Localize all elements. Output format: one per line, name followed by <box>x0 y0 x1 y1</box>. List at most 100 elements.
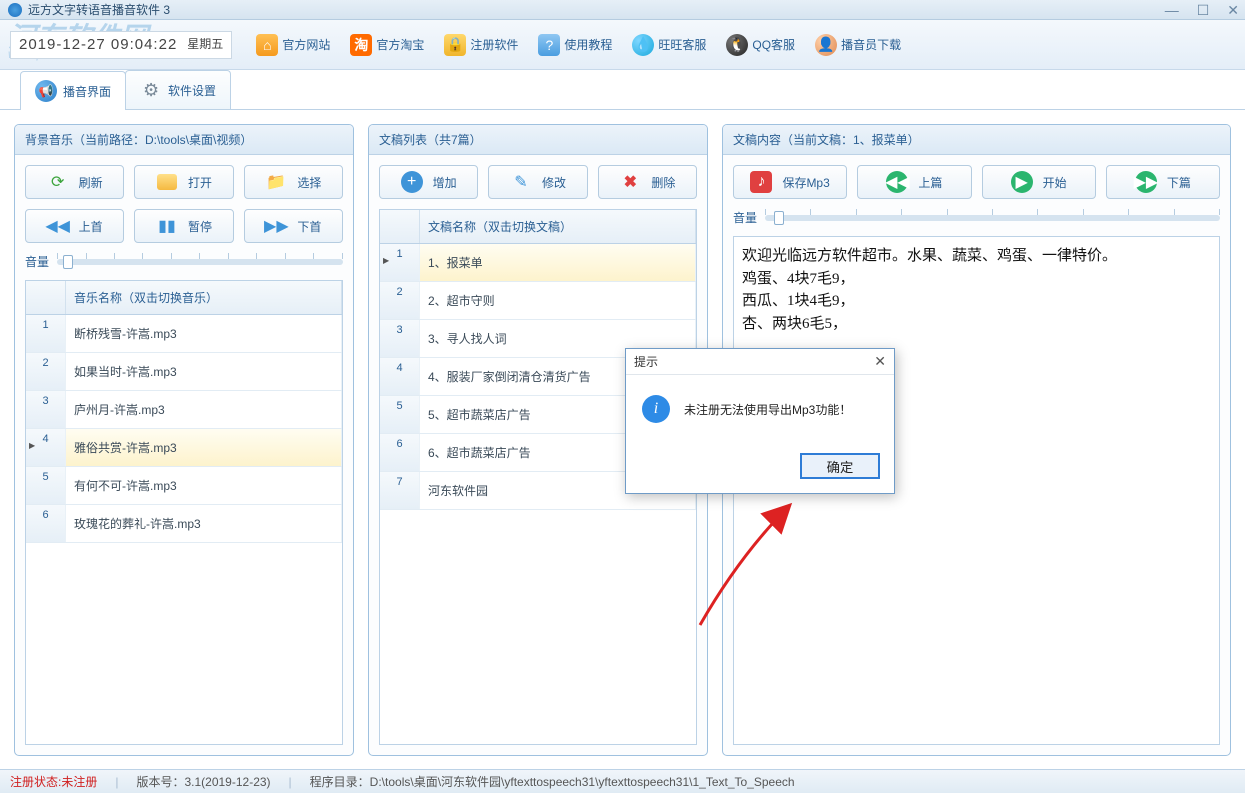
qq-button[interactable]: 🐧QQ客服 <box>718 30 803 60</box>
main-tabs: 📢 播音界面 ⚙ 软件设置 <box>0 70 1245 110</box>
pause-button[interactable]: ▮▮暂停 <box>134 209 233 243</box>
close-button[interactable]: ✕ <box>1227 2 1239 19</box>
register-button[interactable]: 🔒注册软件 <box>436 30 526 60</box>
delete-script-button[interactable]: ✖删除 <box>598 165 697 199</box>
music-note-icon: ♪ <box>750 171 772 193</box>
music-row[interactable]: 2如果当时-许嵩.mp3 <box>26 353 342 391</box>
music-name: 雅俗共赏-许嵩.mp3 <box>66 429 342 466</box>
music-grid: 音乐名称（双击切换音乐） 1断桥残雪-许嵩.mp32如果当时-许嵩.mp33庐州… <box>25 280 343 745</box>
row-number: 2 <box>380 282 420 319</box>
tab-broadcast[interactable]: 📢 播音界面 <box>20 71 126 110</box>
pencil-icon: ✎ <box>510 171 532 193</box>
tutorial-button[interactable]: ?使用教程 <box>530 30 620 60</box>
delete-icon: ✖ <box>619 171 641 193</box>
row-number: 3 <box>380 320 420 357</box>
music-volume-row: 音量 <box>25 253 343 270</box>
open-button[interactable]: 打开 <box>134 165 233 199</box>
music-col-num <box>26 281 66 314</box>
script-row[interactable]: 22、超市守则 <box>380 282 696 320</box>
work-area: 背景音乐（当前路径：D:\tools\桌面\视频） ⟳刷新 打开 📁选择 ◀◀上… <box>0 110 1245 770</box>
plus-icon: + <box>401 171 423 193</box>
music-row[interactable]: 5有何不可-许嵩.mp3 <box>26 467 342 505</box>
row-number: 1 <box>380 244 420 281</box>
version-label: 版本号：3.1(2019-12-23) <box>136 773 270 790</box>
alert-dialog: 提示 ✕ i 未注册无法使用导出Mp3功能！ 确定 <box>625 348 895 494</box>
add-script-button[interactable]: +增加 <box>379 165 478 199</box>
titlebar: 远方文字转语音播音软件 3 — ☐ ✕ <box>0 0 1245 20</box>
taobao-button[interactable]: 淘官方淘宝 <box>342 30 432 60</box>
next-track-button[interactable]: ▶▶下首 <box>244 209 343 243</box>
script-col-num <box>380 210 420 243</box>
play-button[interactable]: ▶开始 <box>982 165 1096 199</box>
datetime-box: 2019-12-27 09:04:22 星期五 <box>10 31 232 59</box>
music-row[interactable]: 1断桥残雪-许嵩.mp3 <box>26 315 342 353</box>
save-mp3-button[interactable]: ♪保存Mp3 <box>733 165 847 199</box>
music-row[interactable]: 3庐州月-许嵩.mp3 <box>26 391 342 429</box>
speech-volume-label: 音量 <box>733 209 757 226</box>
prev-script-button[interactable]: ◀◀上篇 <box>857 165 971 199</box>
maximize-button[interactable]: ☐ <box>1197 2 1210 19</box>
music-name: 有何不可-许嵩.mp3 <box>66 467 342 504</box>
row-number: 6 <box>26 505 66 542</box>
row-number: 7 <box>380 472 420 509</box>
forward-icon: ▶▶ <box>1135 171 1157 193</box>
panel-content-title: 文稿内容（当前文稿：1、报菜单） <box>723 125 1230 155</box>
announcer-download-button[interactable]: 👤播音员下载 <box>807 30 909 60</box>
wangwang-button[interactable]: 💧旺旺客服 <box>624 30 714 60</box>
dialog-title: 提示 <box>634 353 658 370</box>
folder-open-icon <box>156 171 178 193</box>
announcer-icon: 👤 <box>815 34 837 56</box>
row-number: 4 <box>380 358 420 395</box>
select-button[interactable]: 📁选择 <box>244 165 343 199</box>
window-title: 远方文字转语音播音软件 3 <box>28 1 170 18</box>
lock-icon: 🔒 <box>444 34 466 56</box>
row-number: 1 <box>26 315 66 352</box>
panel-script-title: 文稿列表（共7篇） <box>369 125 707 155</box>
row-number: 2 <box>26 353 66 390</box>
program-dir: 程序目录：D:\tools\桌面\河东软件园\yftexttospeech31\… <box>310 773 795 790</box>
speech-volume-slider[interactable] <box>765 215 1220 221</box>
info-icon: i <box>642 395 670 423</box>
prev-track-button[interactable]: ◀◀上首 <box>25 209 124 243</box>
register-status: 注册状态:未注册 <box>10 773 97 790</box>
tab-settings[interactable]: ⚙ 软件设置 <box>125 70 231 109</box>
speech-volume-row: 音量 <box>733 209 1220 226</box>
weekday: 星期五 <box>187 37 223 51</box>
edit-script-button[interactable]: ✎修改 <box>488 165 587 199</box>
row-number: 5 <box>26 467 66 504</box>
dialog-close-button[interactable]: ✕ <box>874 353 886 370</box>
row-number: 3 <box>26 391 66 428</box>
dialog-ok-button[interactable]: 确定 <box>800 453 880 479</box>
qq-icon: 🐧 <box>726 34 748 56</box>
dialog-header[interactable]: 提示 ✕ <box>626 349 894 375</box>
music-row[interactable]: 4雅俗共赏-许嵩.mp3 <box>26 429 342 467</box>
pause-icon: ▮▮ <box>156 215 178 237</box>
music-volume-slider[interactable] <box>57 259 343 265</box>
date-time: 2019-12-27 09:04:22 <box>19 36 177 54</box>
window-controls: — ☐ ✕ <box>1165 2 1239 19</box>
top-toolbar: 河东软件网 www.pc0359.cn 2019-12-27 09:04:22 … <box>0 20 1245 70</box>
row-number: 4 <box>26 429 66 466</box>
script-name: 2、超市守则 <box>420 282 696 319</box>
music-volume-label: 音量 <box>25 253 49 270</box>
refresh-icon: ⟳ <box>47 171 69 193</box>
script-name: 1、报菜单 <box>420 244 696 281</box>
row-number: 6 <box>380 434 420 471</box>
minimize-button[interactable]: — <box>1165 2 1179 19</box>
help-icon: ? <box>538 34 560 56</box>
next-icon: ▶▶ <box>265 215 287 237</box>
script-row[interactable]: 11、报菜单 <box>380 244 696 282</box>
wangwang-icon: 💧 <box>632 34 654 56</box>
refresh-button[interactable]: ⟳刷新 <box>25 165 124 199</box>
music-name: 玫瑰花的葬礼-许嵩.mp3 <box>66 505 342 542</box>
rewind-icon: ◀◀ <box>886 171 908 193</box>
taobao-icon: 淘 <box>350 34 372 56</box>
row-number: 5 <box>380 396 420 433</box>
next-script-button[interactable]: ▶▶下篇 <box>1106 165 1220 199</box>
music-row[interactable]: 6玫瑰花的葬礼-许嵩.mp3 <box>26 505 342 543</box>
music-name: 断桥残雪-许嵩.mp3 <box>66 315 342 352</box>
home-icon: ⌂ <box>256 34 278 56</box>
official-site-button[interactable]: ⌂官方网站 <box>248 30 338 60</box>
music-name: 庐州月-许嵩.mp3 <box>66 391 342 428</box>
gear-icon: ⚙ <box>140 79 162 101</box>
